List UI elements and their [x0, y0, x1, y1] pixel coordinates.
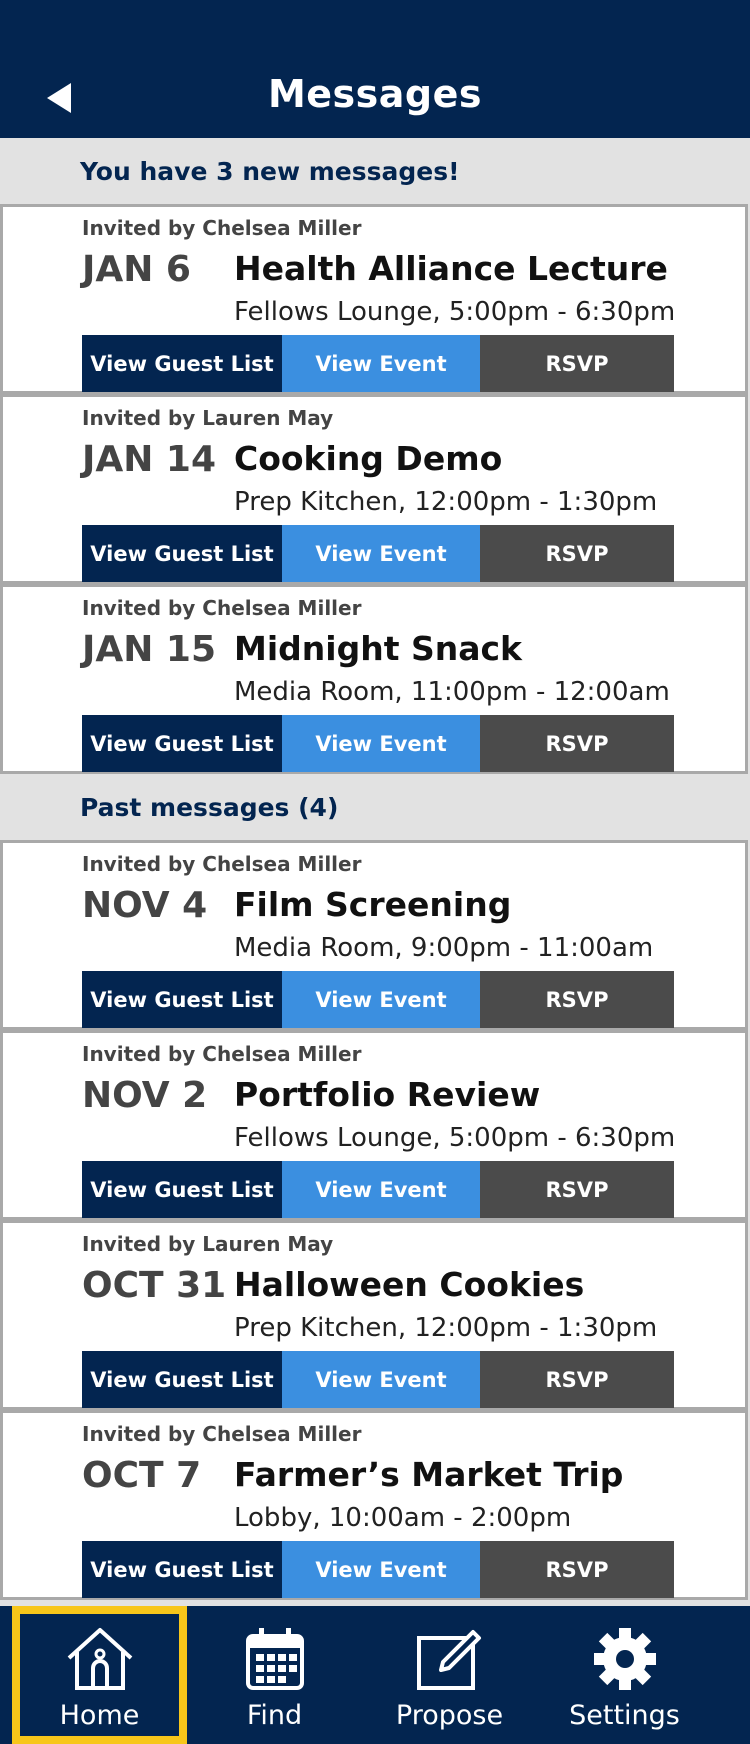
view-guest-list-button[interactable]: View Guest List: [82, 1351, 282, 1408]
rsvp-button[interactable]: RSVP: [480, 1351, 674, 1408]
rsvp-button[interactable]: RSVP: [480, 715, 674, 772]
event-location-time: Lobby, 10:00am - 2:00pm: [234, 1503, 572, 1533]
view-event-button[interactable]: View Event: [282, 971, 480, 1028]
rsvp-button[interactable]: RSVP: [480, 1161, 674, 1218]
message-card: Invited by Chelsea Miller NOV 2 Portfoli…: [0, 1030, 748, 1220]
message-card: Invited by Chelsea Miller OCT 7 Farmer’s…: [0, 1410, 748, 1600]
event-location-time: Prep Kitchen, 12:00pm - 1:30pm: [234, 487, 658, 517]
invited-by: Invited by Chelsea Miller: [82, 1042, 362, 1066]
view-guest-list-button[interactable]: View Guest List: [82, 1541, 282, 1598]
event-date: NOV 2: [82, 1075, 208, 1116]
rsvp-button[interactable]: RSVP: [480, 335, 674, 392]
tab-settings-label: Settings: [569, 1700, 680, 1731]
view-guest-list-button[interactable]: View Guest List: [82, 971, 282, 1028]
tab-bar: Home Find Propose Settings: [0, 1606, 750, 1744]
invited-by: Invited by Chelsea Miller: [82, 1422, 362, 1446]
event-title: Portfolio Review: [234, 1075, 541, 1114]
view-guest-list-button[interactable]: View Guest List: [82, 715, 282, 772]
event-location-time: Media Room, 11:00pm - 12:00am: [234, 677, 670, 707]
event-title: Midnight Snack: [234, 629, 522, 668]
rsvp-button[interactable]: RSVP: [480, 1541, 674, 1598]
gear-icon: [593, 1628, 656, 1690]
calendar-icon: [245, 1628, 304, 1690]
view-event-button[interactable]: View Event: [282, 1351, 480, 1408]
past-messages-banner: Past messages (4): [0, 774, 750, 840]
view-event-button[interactable]: View Event: [282, 715, 480, 772]
rsvp-button[interactable]: RSVP: [480, 525, 674, 582]
message-card: Invited by Lauren May OCT 31 Halloween C…: [0, 1220, 748, 1410]
tab-find[interactable]: Find: [187, 1606, 362, 1744]
invited-by: Invited by Lauren May: [82, 406, 334, 430]
message-card: Invited by Chelsea Miller NOV 4 Film Scr…: [0, 840, 748, 1030]
invited-by: Invited by Chelsea Miller: [82, 216, 362, 240]
rsvp-button[interactable]: RSVP: [480, 971, 674, 1028]
event-date: NOV 4: [82, 885, 208, 926]
invited-by: Invited by Lauren May: [82, 1232, 334, 1256]
event-date: OCT 7: [82, 1455, 202, 1496]
invited-by: Invited by Chelsea Miller: [82, 596, 362, 620]
message-card: Invited by Chelsea Miller JAN 15 Midnigh…: [0, 584, 748, 774]
event-location-time: Fellows Lounge, 5:00pm - 6:30pm: [234, 1123, 676, 1153]
view-event-button[interactable]: View Event: [282, 1541, 480, 1598]
view-event-button[interactable]: View Event: [282, 335, 480, 392]
edit-icon: [416, 1630, 481, 1690]
new-messages-banner: You have 3 new messages!: [0, 138, 750, 204]
event-date: JAN 15: [82, 629, 217, 670]
tab-find-label: Find: [246, 1700, 303, 1731]
tab-home[interactable]: Home: [12, 1606, 187, 1744]
tab-propose[interactable]: Propose: [362, 1606, 537, 1744]
page-title: Messages: [267, 72, 483, 116]
view-guest-list-button[interactable]: View Guest List: [82, 525, 282, 582]
event-location-time: Media Room, 9:00pm - 11:00am: [234, 933, 654, 963]
message-card: Invited by Lauren May JAN 14 Cooking Dem…: [0, 394, 748, 584]
event-date: OCT 31: [82, 1265, 227, 1306]
home-icon: [67, 1628, 132, 1690]
messages-list[interactable]: You have 3 new messages! Invited by Chel…: [0, 138, 750, 1606]
event-date: JAN 14: [82, 439, 217, 480]
event-date: JAN 6: [82, 249, 191, 290]
event-title: Film Screening: [234, 885, 512, 924]
event-title: Farmer’s Market Trip: [234, 1455, 624, 1494]
event-location-time: Prep Kitchen, 12:00pm - 1:30pm: [234, 1313, 658, 1343]
event-location-time: Fellows Lounge, 5:00pm - 6:30pm: [234, 297, 676, 327]
event-title: Halloween Cookies: [234, 1265, 585, 1304]
header-bar: Messages: [0, 0, 750, 138]
view-guest-list-button[interactable]: View Guest List: [82, 335, 282, 392]
view-event-button[interactable]: View Event: [282, 525, 480, 582]
message-card: Invited by Chelsea Miller JAN 6 Health A…: [0, 204, 748, 394]
view-guest-list-button[interactable]: View Guest List: [82, 1161, 282, 1218]
tab-propose-label: Propose: [395, 1700, 504, 1731]
invited-by: Invited by Chelsea Miller: [82, 852, 362, 876]
tab-home-label: Home: [59, 1700, 140, 1731]
event-title: Cooking Demo: [234, 439, 503, 478]
event-title: Health Alliance Lecture: [234, 249, 668, 288]
tab-settings[interactable]: Settings: [537, 1606, 712, 1744]
view-event-button[interactable]: View Event: [282, 1161, 480, 1218]
